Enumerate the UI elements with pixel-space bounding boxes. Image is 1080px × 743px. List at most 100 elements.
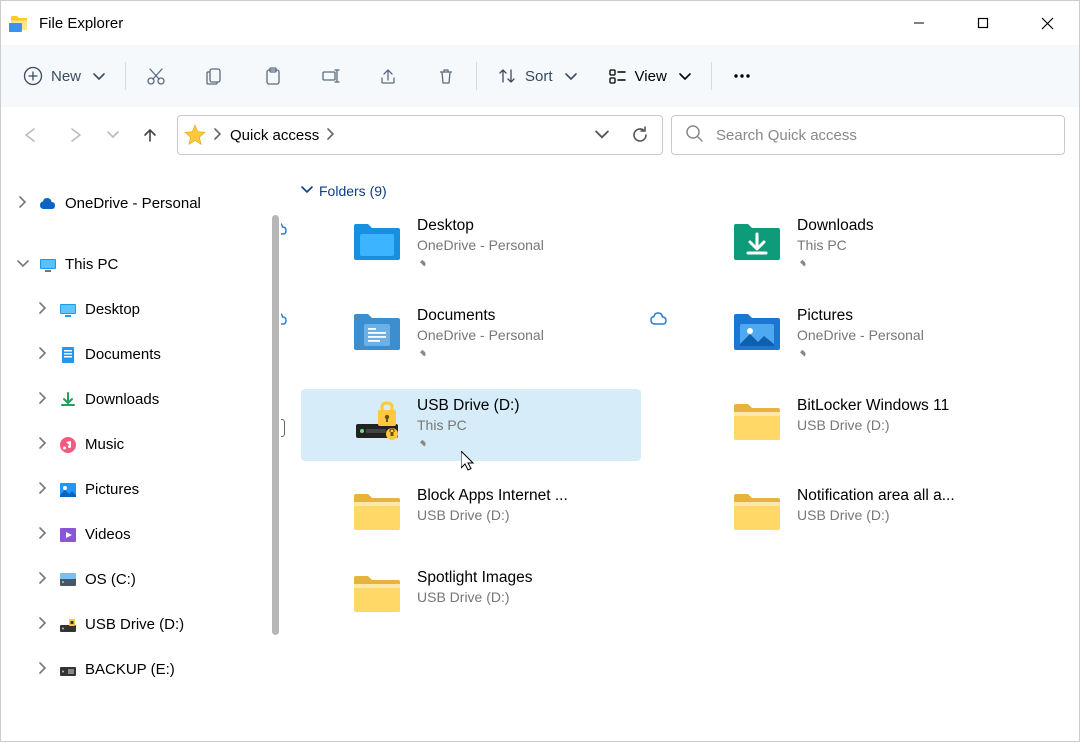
chevron-right-icon[interactable] <box>35 392 51 407</box>
folder-item[interactable]: Downloads This PC <box>681 209 1021 281</box>
tree-label: OneDrive - Personal <box>65 195 201 212</box>
chevron-right-icon[interactable] <box>35 662 51 677</box>
item-icon <box>57 344 79 366</box>
tree-item[interactable]: BACKUP (E:) <box>5 647 277 692</box>
close-button[interactable] <box>1015 1 1079 45</box>
title-bar: File Explorer <box>1 1 1079 45</box>
share-button[interactable] <box>368 56 408 96</box>
view-button[interactable]: View <box>597 56 701 96</box>
folder-item[interactable]: Block Apps Internet ... USB Drive (D:) <box>301 479 641 543</box>
rename-button[interactable] <box>310 56 350 96</box>
back-button[interactable] <box>11 116 49 154</box>
chevron-down-icon[interactable] <box>15 259 31 271</box>
chevron-right-icon[interactable] <box>35 482 51 497</box>
tree-onedrive[interactable]: OneDrive - Personal <box>5 181 277 226</box>
chevron-right-icon[interactable] <box>35 617 51 632</box>
tree-item[interactable]: Documents <box>5 332 277 377</box>
tree-thispc[interactable]: This PC <box>5 242 277 287</box>
tree-item[interactable]: Desktop <box>5 287 277 332</box>
onedrive-icon <box>37 193 59 215</box>
item-subtitle: This PC <box>797 237 874 253</box>
forward-button[interactable] <box>57 116 95 154</box>
checkbox[interactable] <box>281 419 285 437</box>
search-input[interactable] <box>716 127 1052 144</box>
recent-button[interactable] <box>103 116 123 154</box>
folder-icon <box>729 217 785 265</box>
folder-item[interactable]: Spotlight Images USB Drive (D:) <box>301 561 641 625</box>
chevron-right-icon[interactable] <box>15 196 31 211</box>
pin-icon <box>417 348 544 363</box>
tree-item[interactable]: Music <box>5 422 277 467</box>
item-subtitle: OneDrive - Personal <box>417 237 544 253</box>
section-header[interactable]: Folders (9) <box>301 183 1059 199</box>
tree-label: Downloads <box>85 391 159 408</box>
cloud-icon <box>281 309 289 334</box>
copy-button[interactable] <box>194 56 234 96</box>
folder-item[interactable]: Desktop OneDrive - Personal <box>301 209 641 281</box>
chevron-right-icon[interactable] <box>35 572 51 587</box>
section-label: Folders (9) <box>319 183 387 199</box>
item-subtitle: USB Drive (D:) <box>417 507 568 523</box>
sort-icon <box>497 66 517 86</box>
chevron-down-icon <box>301 185 313 197</box>
cut-button[interactable] <box>136 56 176 96</box>
view-icon <box>607 66 627 86</box>
sort-button[interactable]: Sort <box>487 56 587 96</box>
item-title: Block Apps Internet ... <box>417 487 568 505</box>
tree-label: USB Drive (D:) <box>85 616 184 633</box>
minimize-button[interactable] <box>887 1 951 45</box>
main: OneDrive - Personal This PC Desktop Docu… <box>1 169 1079 743</box>
refresh-button[interactable] <box>624 119 656 151</box>
separator <box>125 62 126 90</box>
tree-item[interactable]: USB Drive (D:) <box>5 602 277 647</box>
search-box[interactable] <box>671 115 1065 155</box>
tree-item[interactable]: Pictures <box>5 467 277 512</box>
item-subtitle: OneDrive - Personal <box>797 327 924 343</box>
scrollbar-thumb[interactable] <box>272 215 279 635</box>
item-icon <box>57 434 79 456</box>
paste-icon <box>262 66 282 86</box>
folder-item[interactable]: BitLocker Windows 11 USB Drive (D:) <box>681 389 1021 461</box>
item-title: Pictures <box>797 307 924 325</box>
item-title: Downloads <box>797 217 874 235</box>
cursor-icon <box>461 451 475 476</box>
folder-item[interactable]: USB Drive (D:) This PC <box>301 389 641 461</box>
chevron-right-icon[interactable] <box>35 437 51 452</box>
tree-item[interactable]: Videos <box>5 512 277 557</box>
folder-item[interactable]: Notification area all a... USB Drive (D:… <box>681 479 1021 543</box>
item-icon <box>57 524 79 546</box>
item-title: BitLocker Windows 11 <box>797 397 949 415</box>
tree-label: Desktop <box>85 301 140 318</box>
folder-icon <box>729 397 785 445</box>
folder-item[interactable]: Documents OneDrive - Personal <box>301 299 641 371</box>
rename-icon <box>320 66 340 86</box>
plus-circle-icon <box>23 66 43 86</box>
item-title: Spotlight Images <box>417 569 532 587</box>
address-dropdown-button[interactable] <box>586 119 618 151</box>
breadcrumb-item[interactable]: Quick access <box>230 127 319 144</box>
folder-item[interactable]: Pictures OneDrive - Personal <box>681 299 1021 371</box>
more-button[interactable] <box>722 56 762 96</box>
item-icon <box>57 389 79 411</box>
app-icon <box>9 13 29 33</box>
tree-label: Documents <box>85 346 161 363</box>
sidebar[interactable]: OneDrive - Personal This PC Desktop Docu… <box>1 169 281 743</box>
up-button[interactable] <box>131 116 169 154</box>
tree-item[interactable]: Downloads <box>5 377 277 422</box>
chevron-right-icon[interactable] <box>35 302 51 317</box>
chevron-right-icon[interactable] <box>35 527 51 542</box>
maximize-button[interactable] <box>951 1 1015 45</box>
separator <box>476 62 477 90</box>
nav-row: Quick access <box>1 107 1079 169</box>
new-button[interactable]: New <box>13 56 115 96</box>
content-area[interactable]: Folders (9) Desktop OneDrive - Personal … <box>281 169 1079 743</box>
folder-icon <box>729 307 785 355</box>
tree-item[interactable]: OS (C:) <box>5 557 277 602</box>
delete-button[interactable] <box>426 56 466 96</box>
chevron-right-icon[interactable] <box>212 128 224 143</box>
paste-button[interactable] <box>252 56 292 96</box>
address-bar[interactable]: Quick access <box>177 115 663 155</box>
chevron-right-icon[interactable] <box>325 128 337 143</box>
item-icon <box>57 614 79 636</box>
chevron-right-icon[interactable] <box>35 347 51 362</box>
